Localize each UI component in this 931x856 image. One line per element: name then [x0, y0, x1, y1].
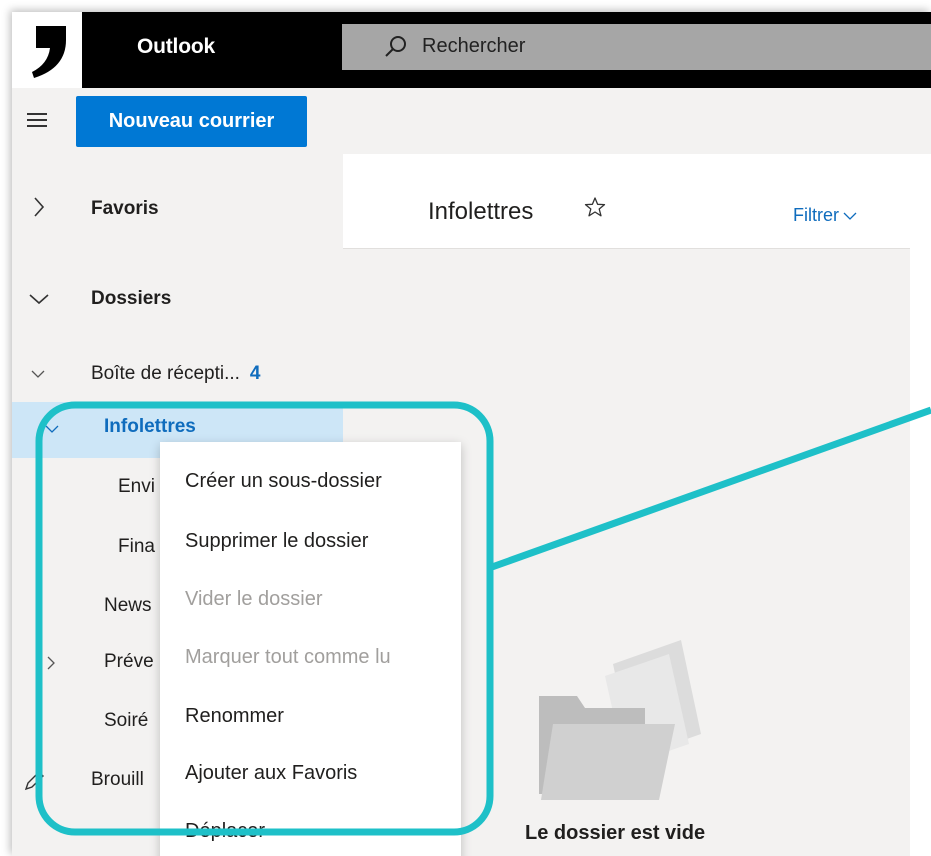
menu-item-delete-folder[interactable]: Supprimer le dossier	[185, 530, 368, 553]
new-mail-button[interactable]: Nouveau courrier	[76, 96, 307, 147]
chevron-down-small-icon	[843, 212, 857, 221]
command-bar: Nouveau courrier	[12, 88, 931, 154]
menu-item-create-subfolder[interactable]: Créer un sous-dossier	[185, 470, 382, 493]
search-input[interactable]: Rechercher	[422, 35, 525, 58]
app-logo[interactable]	[12, 12, 82, 88]
sidebar-item-label: Fina	[118, 536, 155, 557]
chevron-down-icon	[29, 294, 49, 305]
sidebar-item-label: Soiré	[104, 710, 149, 731]
sidebar-item-label: Préve	[104, 651, 154, 672]
star-icon[interactable]	[584, 196, 606, 218]
list-header: Infolettres Filtrer	[343, 154, 910, 249]
menu-item-mark-all-read: Marquer tout comme lu	[185, 646, 391, 668]
menu-item-move[interactable]: Déplacer	[185, 820, 265, 843]
sidebar-favorites[interactable]: Favoris	[12, 182, 343, 238]
sidebar-item-inbox[interactable]: Boîte de récepti... 4	[12, 347, 343, 403]
unread-count-badge: 4	[249, 363, 261, 384]
top-bar: Outlook Rechercher	[12, 12, 931, 88]
reading-pane	[910, 154, 931, 856]
search-icon	[385, 36, 406, 57]
hamburger-icon[interactable]	[12, 96, 68, 144]
chevron-right-icon	[34, 197, 45, 217]
sidebar-item-label: Infolettres	[104, 416, 196, 437]
folder-title: Infolettres	[428, 198, 534, 225]
filter-button[interactable]: Filtrer	[793, 205, 857, 226]
sidebar-item-label: Brouill	[91, 769, 144, 790]
sidebar-item-label: News	[104, 595, 152, 616]
app-title[interactable]: Outlook	[137, 35, 215, 59]
menu-item-rename[interactable]: Renommer	[185, 705, 284, 728]
chevron-down-icon	[31, 370, 45, 378]
folder-context-menu: Créer un sous-dossier Supprimer le dossi…	[160, 442, 461, 856]
menu-item-add-to-favorites[interactable]: Ajouter aux Favoris	[185, 762, 357, 785]
empty-folder-illustration	[539, 640, 701, 800]
sidebar-folders[interactable]: Dossiers	[12, 272, 343, 328]
sidebar-folders-label: Dossiers	[91, 288, 172, 309]
outlook-window: Outlook Rechercher Nouveau courrier Favo…	[12, 12, 931, 856]
search-box[interactable]: Rechercher	[342, 24, 931, 70]
sidebar-item-inbox-label: Boîte de récepti...	[91, 363, 240, 384]
chevron-down-icon	[45, 425, 59, 433]
empty-state-text: Le dossier est vide	[525, 822, 706, 844]
logo-icon	[32, 26, 66, 78]
pencil-icon	[24, 771, 44, 791]
filter-label: Filtrer	[793, 205, 839, 225]
sidebar-item-label: Envi	[118, 476, 155, 497]
sidebar-favorites-label: Favoris	[91, 198, 159, 219]
menu-item-empty-folder: Vider le dossier	[185, 588, 323, 610]
chevron-right-icon	[47, 656, 55, 670]
